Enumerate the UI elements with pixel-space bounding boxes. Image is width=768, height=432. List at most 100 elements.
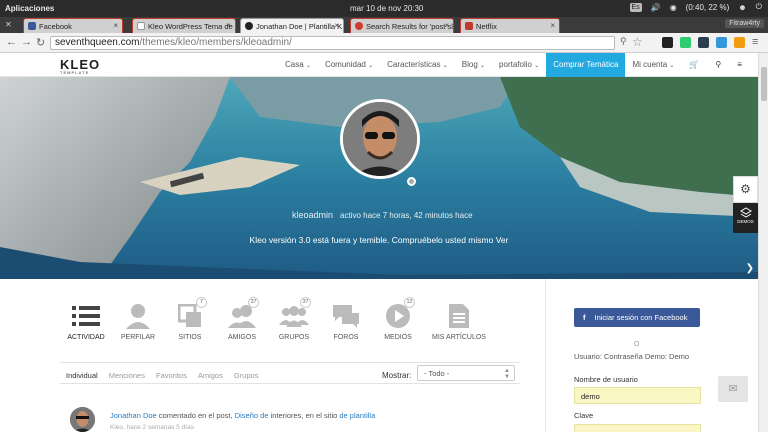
tab-perfilar[interactable]: PERFILAR (112, 301, 164, 341)
extension-icon-1[interactable] (662, 37, 673, 48)
os-top-bar: Aplicaciones mar 10 de nov 20:30 Es 🔊 ◉ … (0, 0, 768, 17)
window-close-icon[interactable]: ✕ (5, 20, 12, 29)
chat-button-icon[interactable]: ✉ (718, 376, 748, 402)
chevron-down-icon: ⌄ (368, 63, 374, 69)
nav-label: Blog (461, 60, 478, 69)
nav-item-portafolio[interactable]: portafolio ⌄ (492, 53, 546, 77)
facebook-login-button[interactable]: f Iniciar sesión con Facebook (574, 308, 700, 327)
tab-close-icon[interactable]: × (444, 21, 449, 30)
address-bar: ← → ↻ seventhqueen.com/themes/kleo/membe… (0, 33, 768, 53)
tab-label: Jonathan Doe | Plantilla K (256, 21, 343, 31)
activity-site-link[interactable]: de plantilla (339, 411, 375, 420)
tab-label: MEDIOS (384, 334, 412, 341)
divider (60, 383, 520, 384)
activity-avatar[interactable] (70, 407, 95, 432)
tab-label: Netflix (476, 21, 497, 31)
site-logo[interactable]: KLEO TEMPLATE (60, 57, 100, 75)
power-icon[interactable]: ⏻ (756, 2, 762, 12)
show-label: Mostrar: (382, 371, 412, 380)
tab-jonathan-doe[interactable]: Jonathan Doe | Plantilla K × (240, 18, 344, 33)
cart-icon[interactable]: 🛒 (681, 53, 707, 77)
password-label: Clave (574, 411, 594, 420)
profile-hero: kleoadmin activo hace 7 horas, 42 minuto… (0, 77, 758, 279)
settings-gears-icon[interactable]: ⚙ (733, 176, 758, 203)
volume-icon[interactable]: 🔊 (651, 3, 661, 12)
extension-icon-4[interactable] (716, 37, 727, 48)
count-badge: 7 (196, 297, 207, 308)
browser-menu-icon[interactable]: ≡ (752, 36, 758, 48)
filter-favoritos[interactable]: Favoritos (156, 371, 187, 380)
tab-close-icon[interactable]: × (334, 21, 339, 30)
activity-post-link[interactable]: Diseño de (235, 411, 269, 420)
tab-label: ACTIVIDAD (67, 334, 105, 341)
system-tray: Es 🔊 ◉ (0:40, 22 %) ☻ ⏻ (629, 2, 762, 12)
filter-menciones[interactable]: Menciones (109, 371, 145, 380)
tab-close-icon[interactable]: × (226, 21, 231, 30)
wifi-icon[interactable]: ◉ (670, 3, 677, 12)
url-host: seventhqueen.com (55, 37, 140, 48)
profile-tabs: ACTIVIDAD PERFILAR 7 SITIOS 37 AMIGOS 37… (60, 297, 494, 341)
activity-filters: Individual Menciones Favoritos Amigos Gr… (66, 371, 258, 380)
url-input[interactable]: seventhqueen.com/themes/kleo/members/kle… (50, 36, 615, 50)
username-input[interactable]: demo (574, 387, 701, 404)
tab-netflix[interactable]: Netflix × (460, 18, 560, 33)
tab-facebook[interactable]: Facebook × (23, 18, 123, 33)
nav-item-caracteristicas[interactable]: Características ⌄ (380, 53, 455, 77)
nav-item-comunidad[interactable]: Comunidad ⌄ (318, 53, 380, 77)
forward-icon[interactable]: → (21, 36, 32, 48)
filter-grupos[interactable]: Grupos (234, 371, 259, 380)
tab-kleo-wordpress[interactable]: Kleo WordPress Tema de × (132, 18, 236, 33)
count-badge: 37 (248, 297, 259, 308)
tab-close-icon[interactable]: × (113, 21, 118, 30)
demos-button[interactable]: DEMOS (733, 203, 758, 233)
profile-avatar[interactable] (340, 99, 420, 179)
extension-download-icon[interactable] (680, 37, 691, 48)
tab-foros[interactable]: FOROS (320, 301, 372, 341)
tab-actividad[interactable]: ACTIVIDAD (60, 301, 112, 341)
tab-mis-articulos[interactable]: MIS ARTÍCULOS (424, 301, 494, 341)
bookmark-star-icon[interactable]: ☆ (632, 35, 643, 49)
filter-individual[interactable]: Individual (66, 371, 98, 380)
search-icon[interactable]: ⚲ (707, 53, 729, 77)
online-status-indicator (407, 177, 416, 186)
applications-menu[interactable]: Aplicaciones (5, 4, 54, 13)
nav-item-blog[interactable]: Blog ⌄ (455, 53, 492, 77)
keyboard-layout[interactable]: Es (629, 2, 642, 12)
battery-status[interactable]: (0:40, 22 %) (686, 3, 730, 12)
chevron-right-icon[interactable]: ❯ (746, 263, 754, 274)
nav-item-account[interactable]: Mi cuenta ⌄ (625, 53, 681, 77)
scrollbar-thumb[interactable] (761, 67, 767, 101)
chevron-down-icon: ⌄ (534, 63, 540, 69)
password-input[interactable] (574, 424, 701, 432)
profile-last-active: activo hace 7 horas, 42 minutos hace (340, 211, 473, 220)
nav-item-casa[interactable]: Casa ⌄ (278, 53, 318, 77)
tab-amigos[interactable]: 37 AMIGOS (216, 297, 268, 341)
tab-search-results[interactable]: Search Results for 'post sl × (350, 18, 454, 33)
clock[interactable]: mar 10 de nov 20:30 (350, 4, 423, 13)
filter-amigos[interactable]: Amigos (198, 371, 223, 380)
tab-close-icon[interactable]: × (550, 21, 555, 30)
tab-medios[interactable]: 12 MEDIOS (372, 297, 424, 341)
activity-author-link[interactable]: Jonathan Doe (110, 411, 157, 420)
extension-layers-icon[interactable] (698, 37, 709, 48)
select-arrows-icon: ▲ ▼ (504, 368, 510, 380)
tab-sitios[interactable]: 7 SITIOS (164, 297, 216, 341)
reload-icon[interactable]: ↻ (36, 36, 45, 49)
show-select[interactable]: - Todo - ▲ ▼ (417, 365, 515, 381)
browser-user-button[interactable]: Fitraw4rty (725, 19, 764, 28)
back-icon[interactable]: ← (6, 36, 17, 48)
tab-grupos[interactable]: 37 GRUPOS (268, 297, 320, 341)
demo-credentials-note: Usuario: Contraseña Demo: Demo (574, 352, 690, 361)
tab-label: AMIGOS (227, 334, 256, 341)
user-icon[interactable]: ☻ (738, 3, 746, 12)
tab-strip: ✕ Facebook × Kleo WordPress Tema de × Jona… (0, 17, 768, 33)
page-scrollbar[interactable] (758, 53, 768, 432)
count-badge: 12 (404, 297, 415, 308)
menu-icon[interactable]: ≡ (729, 53, 750, 77)
profile-username: kleoadmin (292, 210, 334, 220)
extension-chart-icon[interactable] (734, 37, 745, 48)
facebook-login-label: Iniciar sesión con Facebook (594, 313, 688, 322)
buy-theme-button[interactable]: Comprar Temática (546, 53, 626, 77)
nav-label: portafolio (499, 60, 532, 69)
key-icon[interactable]: ⚲ (620, 36, 627, 47)
